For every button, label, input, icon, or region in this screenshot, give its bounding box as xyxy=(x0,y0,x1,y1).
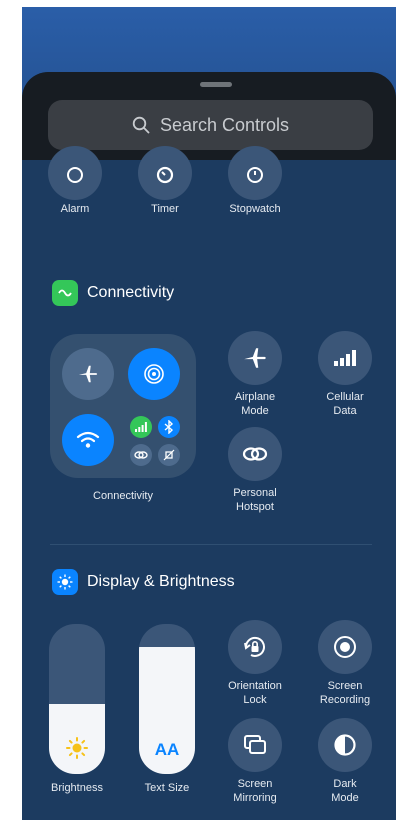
text-size-slider[interactable]: AA xyxy=(139,624,195,774)
cellular-icon xyxy=(135,422,147,432)
personal-hotspot-control[interactable] xyxy=(228,427,282,481)
connectivity-badge-icon xyxy=(52,280,78,306)
airplane-icon xyxy=(244,348,266,368)
connectivity-group[interactable] xyxy=(50,334,196,478)
timer-label: Timer xyxy=(151,203,179,215)
wifi-icon xyxy=(76,431,100,448)
dark-mode-label-line2: Mode xyxy=(331,792,359,804)
connectivity-section-title: Connectivity xyxy=(52,280,174,306)
airdrop-icon xyxy=(144,364,164,384)
screen-recording-label-line2: Recording xyxy=(319,694,371,706)
section-divider xyxy=(50,544,372,545)
brightness-label: Brightness xyxy=(51,782,103,794)
timer-control[interactable] xyxy=(138,146,192,200)
mirroring-icon xyxy=(244,735,266,754)
airplane-mode-label-line2: Mode xyxy=(241,405,269,417)
text-size-label: Text Size xyxy=(144,782,190,794)
dark-mode-control[interactable] xyxy=(318,718,372,772)
display-badge-icon xyxy=(52,569,78,595)
timer-icon xyxy=(156,166,174,184)
screen-recording-label-line1: Screen xyxy=(327,680,363,692)
cellular-data-label-line1: Cellular xyxy=(326,391,364,403)
personal-hotspot-label-line1: Personal xyxy=(233,487,277,499)
group-airdrop-toggle[interactable] xyxy=(128,348,180,400)
search-icon xyxy=(132,116,150,134)
orientation-lock-label-line1: Orientation xyxy=(228,680,282,692)
personal-hotspot-label-line2: Hotspot xyxy=(236,501,274,513)
sheet-grabber[interactable] xyxy=(200,82,232,87)
screen-mirroring-label-line2: Mirroring xyxy=(233,792,277,804)
orientation-lock-label-line2: Lock xyxy=(243,694,267,706)
screen-mirroring-control[interactable] xyxy=(228,718,282,772)
alarm-control[interactable] xyxy=(48,146,102,200)
group-bluetooth-toggle[interactable] xyxy=(158,416,180,438)
text-size-glyph: AA xyxy=(154,740,180,759)
link-icon xyxy=(134,451,148,459)
display-section-title: Display & Brightness xyxy=(52,569,235,595)
screen-mirroring-label-line1: Screen xyxy=(237,778,273,790)
dark-mode-label-line1: Dark xyxy=(333,778,357,790)
controls-gallery-sheet: Search Controls Alarm Timer Stopwatch Co… xyxy=(22,72,396,820)
stopwatch-control[interactable] xyxy=(228,146,282,200)
brightness-slider[interactable] xyxy=(49,624,105,774)
screen-recording-control[interactable] xyxy=(318,620,372,674)
stopwatch-icon xyxy=(247,167,263,183)
airplane-icon xyxy=(78,365,98,383)
airplane-mode-control[interactable] xyxy=(228,331,282,385)
alarm-icon xyxy=(67,167,83,183)
connectivity-group-label: Connectivity xyxy=(93,490,153,502)
cellular-data-control[interactable] xyxy=(318,331,372,385)
rotation-lock-icon xyxy=(244,636,265,657)
sun-icon xyxy=(66,737,88,759)
alarm-label: Alarm xyxy=(60,203,90,215)
stopwatch-label: Stopwatch xyxy=(229,203,281,215)
group-hotspot-toggle[interactable] xyxy=(130,444,152,466)
cellular-bars-icon xyxy=(334,350,356,366)
dark-mode-icon xyxy=(334,734,356,756)
group-airplane-toggle[interactable] xyxy=(62,348,114,400)
cellular-data-label-line2: Data xyxy=(333,405,357,417)
bluetooth-icon xyxy=(164,420,174,434)
search-placeholder: Search Controls xyxy=(159,114,290,135)
group-wifi-toggle[interactable] xyxy=(62,414,114,466)
search-field[interactable]: Search Controls xyxy=(48,100,373,150)
group-cellular-toggle[interactable] xyxy=(130,416,152,438)
satellite-icon xyxy=(163,449,175,461)
link-icon xyxy=(242,447,268,461)
record-icon xyxy=(334,636,356,658)
orientation-lock-control[interactable] xyxy=(228,620,282,674)
airplane-mode-label-line1: Airplane xyxy=(234,391,276,403)
group-satellite-toggle[interactable] xyxy=(158,444,180,466)
